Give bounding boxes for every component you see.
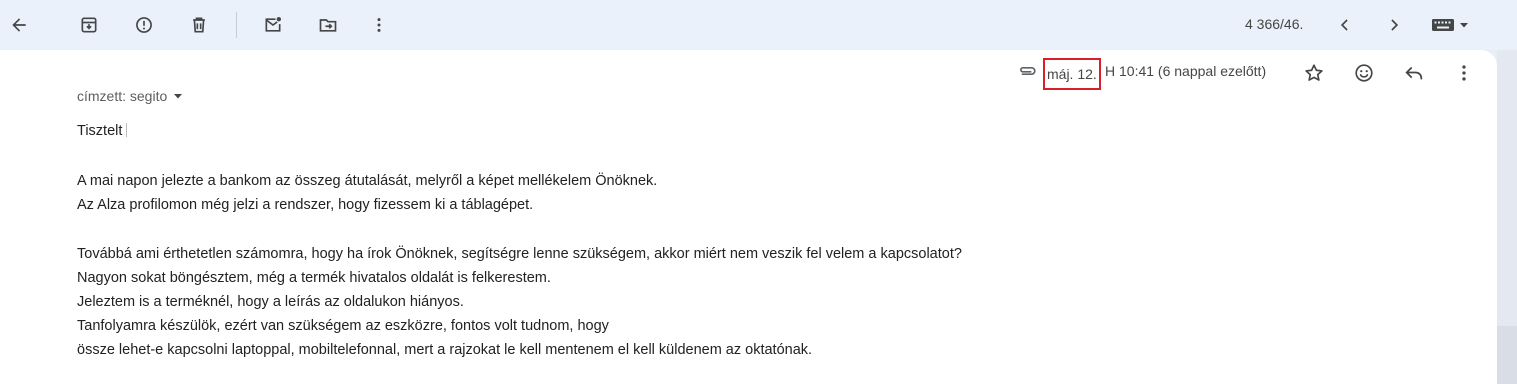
body-line: Tanfolyamra készülök, ezért van szüksége… — [77, 318, 609, 334]
recipient-label: címzett: segito — [77, 88, 168, 104]
mark-unread-icon — [265, 17, 281, 32]
paperclip-icon — [1020, 66, 1036, 76]
archive-icon — [81, 17, 97, 33]
older-button[interactable] — [1377, 8, 1411, 42]
body-line: Nagyon sokat böngésztem, még a termék hi… — [77, 270, 551, 286]
body-line: össze lehet-e kapcsolni laptoppal, mobil… — [77, 342, 813, 358]
pager-count: 4 366/46. — [1245, 16, 1304, 32]
emoji-icon — [1355, 64, 1373, 82]
keyboard-icon — [1432, 19, 1454, 31]
scrollbar-thumb[interactable] — [1497, 326, 1517, 384]
text-cursor — [126, 123, 128, 137]
delete-button[interactable] — [182, 8, 216, 42]
body-line: Továbbá ami érthetetlen számomra, hogy h… — [77, 246, 962, 262]
reply-button[interactable] — [1397, 56, 1431, 90]
recipient-details-toggle[interactable]: címzett: segito — [77, 88, 183, 104]
more-options-button[interactable] — [362, 8, 396, 42]
input-tools-button[interactable] — [1426, 8, 1474, 42]
newer-button[interactable] — [1328, 8, 1362, 42]
star-button[interactable] — [1297, 56, 1331, 90]
caret-down-icon — [1460, 23, 1468, 28]
move-to-button[interactable] — [311, 8, 345, 42]
arrow-left-icon — [12, 18, 26, 32]
more-vert-icon — [1462, 65, 1466, 81]
mark-unread-button[interactable] — [256, 8, 290, 42]
report-spam-button[interactable] — [127, 8, 161, 42]
body-greeting: Tisztelt — [77, 123, 128, 139]
move-to-icon — [319, 19, 337, 32]
body-line: Jeleztem is a terméknél, hogy a leírás a… — [77, 294, 464, 310]
star-icon — [1305, 64, 1323, 81]
back-button[interactable] — [2, 8, 36, 42]
chevron-right-icon — [1391, 19, 1399, 31]
more-vert-icon — [377, 18, 381, 32]
body-line: A mai napon jelezte a bankom az összeg á… — [77, 173, 658, 189]
trash-icon — [193, 17, 205, 33]
message-date-highlighted: máj. 12. — [1043, 58, 1101, 90]
body-line: Tisztelt — [77, 123, 123, 139]
reply-icon — [1405, 66, 1423, 80]
side-panel-strip — [1497, 50, 1517, 384]
toolbar-divider — [236, 12, 237, 38]
message-more-button[interactable] — [1447, 56, 1481, 90]
add-reaction-button[interactable] — [1347, 56, 1381, 90]
message-time: H 10:41 (6 nappal ezelőtt) — [1105, 63, 1267, 79]
body-line: Az Alza profilomon még jelzi a rendszer,… — [77, 197, 534, 213]
toolbar: 4 366/46. — [0, 0, 1517, 50]
caret-down-icon — [174, 94, 183, 99]
report-spam-icon — [136, 17, 152, 33]
chevron-left-icon — [1340, 19, 1348, 31]
archive-button[interactable] — [72, 8, 106, 42]
